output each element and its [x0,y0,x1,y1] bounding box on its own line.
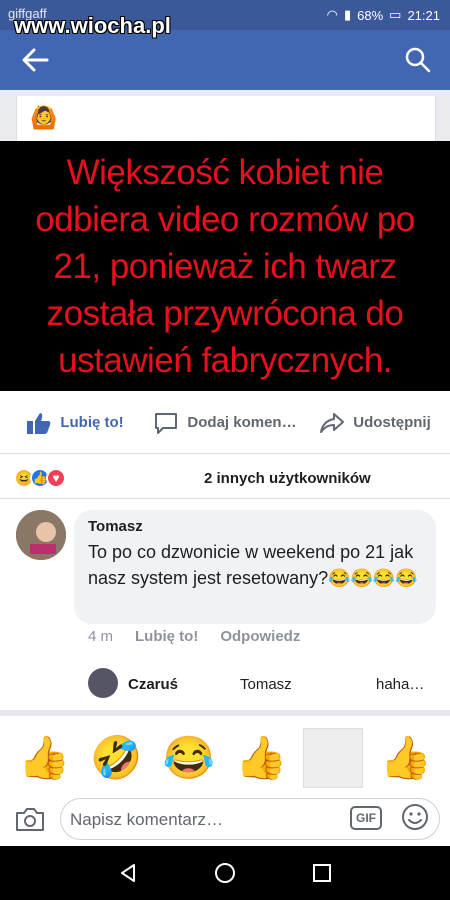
comment-bubble[interactable]: Tomasz To po co dzwonicie w weekend po 2… [74,510,436,624]
watermark: www.wiocha.pl [14,13,171,38]
reply-text: haha… [376,676,425,693]
like-button[interactable]: Lubię to! [0,392,150,453]
comment-reply-link[interactable]: Odpowiedz [220,628,300,645]
blank-sticker[interactable] [303,728,364,788]
comment-like-link[interactable]: Lubię to! [135,628,198,645]
gif-button[interactable]: GIF [350,806,382,830]
share-arrow-icon [320,412,345,433]
meme-text: Większość kobiet nie odbiera video rozmó… [35,152,415,380]
status-indicators: ◠ ▮ 68% ▭ 21:21 [327,7,440,23]
reply-preview[interactable]: Czaruś Tomasz haha… [88,668,438,702]
reply-author: Czaruś [128,676,179,693]
comment-label: Dodaj komen… [187,414,297,431]
post-actions: Lubię to! Dodaj komen… Udostępnij [0,392,450,454]
share-label: Udostępnij [353,414,431,431]
sticker-bar: 👍 🤣 😂 👍 👍 [0,710,450,800]
android-nav-bar [0,846,450,900]
blue-thumbs-up-sticker-icon[interactable]: 👍 [231,728,291,788]
post-card-top [16,96,436,142]
comment-text: To po co dzwonicie w weekend po 21 jak n… [88,542,418,588]
watch-thumbs-up-sticker-icon[interactable]: 👍 [376,728,436,788]
laughing-face-sticker-icon[interactable]: 🤣 [86,728,146,788]
smiley-icon[interactable] [400,802,430,832]
wifi-icon: ◠ [326,7,338,22]
meme-image[interactable]: Większość kobiet nie odbiera video rozmó… [0,141,450,391]
battery-percent: 68% [357,7,384,23]
reaction-icons: 😆 👍 ♥ [14,468,66,488]
thumbs-up-icon [27,412,51,434]
tears-of-joy-sticker-icon[interactable]: 😂 [159,728,219,788]
back-triangle-icon[interactable] [117,862,139,884]
comment-meta: 4 m Lubię to! Odpowiedz [88,628,300,645]
post-header [0,90,450,142]
search-icon[interactable] [404,46,432,74]
comment-placeholder: Napisz komentarz… [70,810,224,829]
comment-time: 4 m [88,628,114,645]
clock: 21:21 [407,7,440,23]
recents-square-icon[interactable] [311,862,333,884]
share-button[interactable]: Udostępnij [300,392,450,453]
signal-icon: ▮ [343,7,352,22]
camera-icon[interactable] [14,804,46,834]
app-bar [0,30,450,90]
home-circle-icon[interactable] [214,862,236,884]
reactions-summary[interactable]: 😆 👍 ♥ 2 innych użytkowników [0,455,450,499]
reply-avatar [88,668,118,698]
gesture-emoji-icon: 🙆 [30,105,58,130]
like-label: Lubię to! [60,414,124,431]
reply-target: Tomasz [240,676,292,693]
battery-icon: ▭ [389,7,402,22]
comment-composer: Napisz komentarz… GIF [0,794,450,846]
profile-photo-icon [16,510,66,560]
comment-button[interactable]: Dodaj komen… [150,392,300,453]
comment-icon [155,412,178,434]
reactions-count-text: 2 innych użytkowników [204,470,371,487]
back-arrow-icon[interactable] [20,46,50,74]
avatar[interactable] [16,510,66,560]
thumbs-up-sticker-icon[interactable]: 👍 [14,728,74,788]
love-reaction-icon: ♥ [46,468,66,488]
comment-author[interactable]: Tomasz [88,518,422,535]
